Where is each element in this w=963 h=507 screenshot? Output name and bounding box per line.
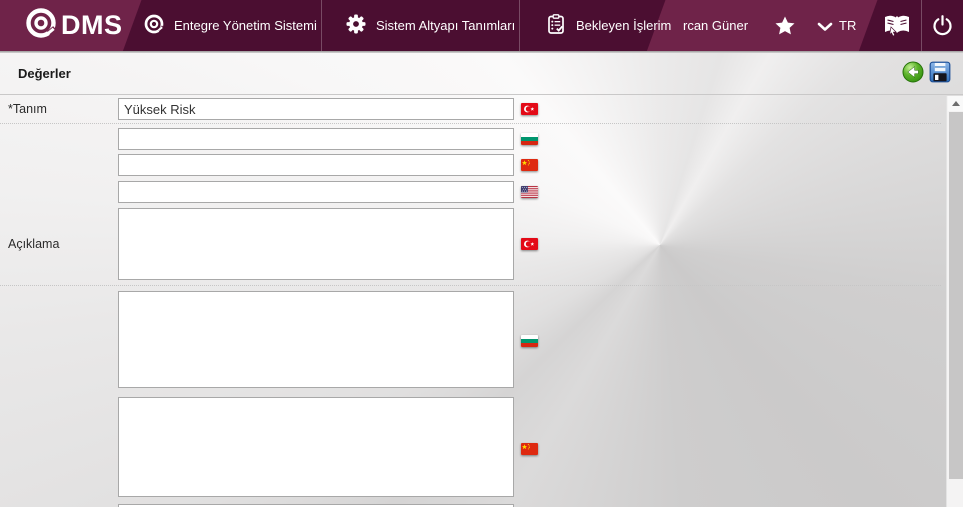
bulgaria-flag-icon [521,133,538,145]
tanim-input-chinese[interactable] [118,154,514,176]
tanim-input-bulgarian[interactable] [118,128,514,150]
chevron-down-icon[interactable] [817,22,833,32]
user-name[interactable]: rcan Güner [683,0,748,51]
main-area: Değerler *Tanım Açıklama Yüksek Risk [0,53,963,507]
menu-divider [321,0,322,51]
page-title: Değerler [18,66,71,81]
scrollbar-up-arrow-icon [952,101,960,106]
qdms-logo[interactable]: DMS [24,0,123,51]
pending-tasks-icon [545,13,567,38]
menu-item-label: Bekleyen İşlerim [576,18,672,33]
aciklama-textarea-bulgarian[interactable] [118,291,514,388]
menu-item-entegre-yonetim-sistemi[interactable]: Entegre Yönetim Sistemi [143,0,317,51]
menu-item-sistem-altyapi-tanimlari[interactable]: Sistem Altyapı Tanımları [345,0,515,51]
china-flag-icon [521,443,538,455]
aciklama-textarea-chinese[interactable] [118,397,514,497]
tanim-input-turkish[interactable] [118,98,514,120]
china-flag-icon [521,159,538,171]
aciklama-textarea-turkish[interactable] [118,208,514,280]
scrollbar-up-button[interactable] [948,96,963,111]
save-button[interactable] [929,61,951,88]
values-form: *Tanım Açıklama [0,96,963,507]
scrollbar-thumb[interactable] [949,112,963,479]
qdms-logo-text: DMS [61,10,123,40]
row-separator [0,285,941,286]
row-separator [0,123,941,124]
open-book-icon[interactable] [882,12,912,39]
turkey-flag-icon [521,238,538,250]
turkey-flag-icon [521,103,538,115]
vertical-scrollbar[interactable] [946,96,963,507]
aciklama-label: Açıklama [8,237,60,251]
power-icon[interactable] [931,14,954,37]
qdms-ring-icon [143,13,166,38]
topbar: DMS Entegre Yönetim Sistemi Sistem Altya… [0,0,963,51]
tanim-label: *Tanım [8,102,47,116]
tanim-input-english-us[interactable] [118,181,514,203]
menu-item-label: Sistem Altyapı Tanımları [376,18,516,33]
menu-item-bekleyen-islerim[interactable]: Bekleyen İşlerim [545,0,671,51]
bulgaria-flag-icon [521,335,538,347]
page-header: Değerler [0,53,963,95]
back-button[interactable] [902,61,924,88]
menu-divider [519,0,520,51]
topbar-divider [921,0,922,51]
usa-flag-icon [521,186,538,198]
qdms-app: DMS Entegre Yönetim Sistemi Sistem Altya… [0,0,963,507]
star-icon[interactable] [775,16,795,35]
language-selector[interactable]: TR [839,0,856,51]
qdms-logo-icon [24,6,58,45]
gear-icon [345,13,367,38]
menu-item-label: Entegre Yönetim Sistemi [174,18,317,33]
